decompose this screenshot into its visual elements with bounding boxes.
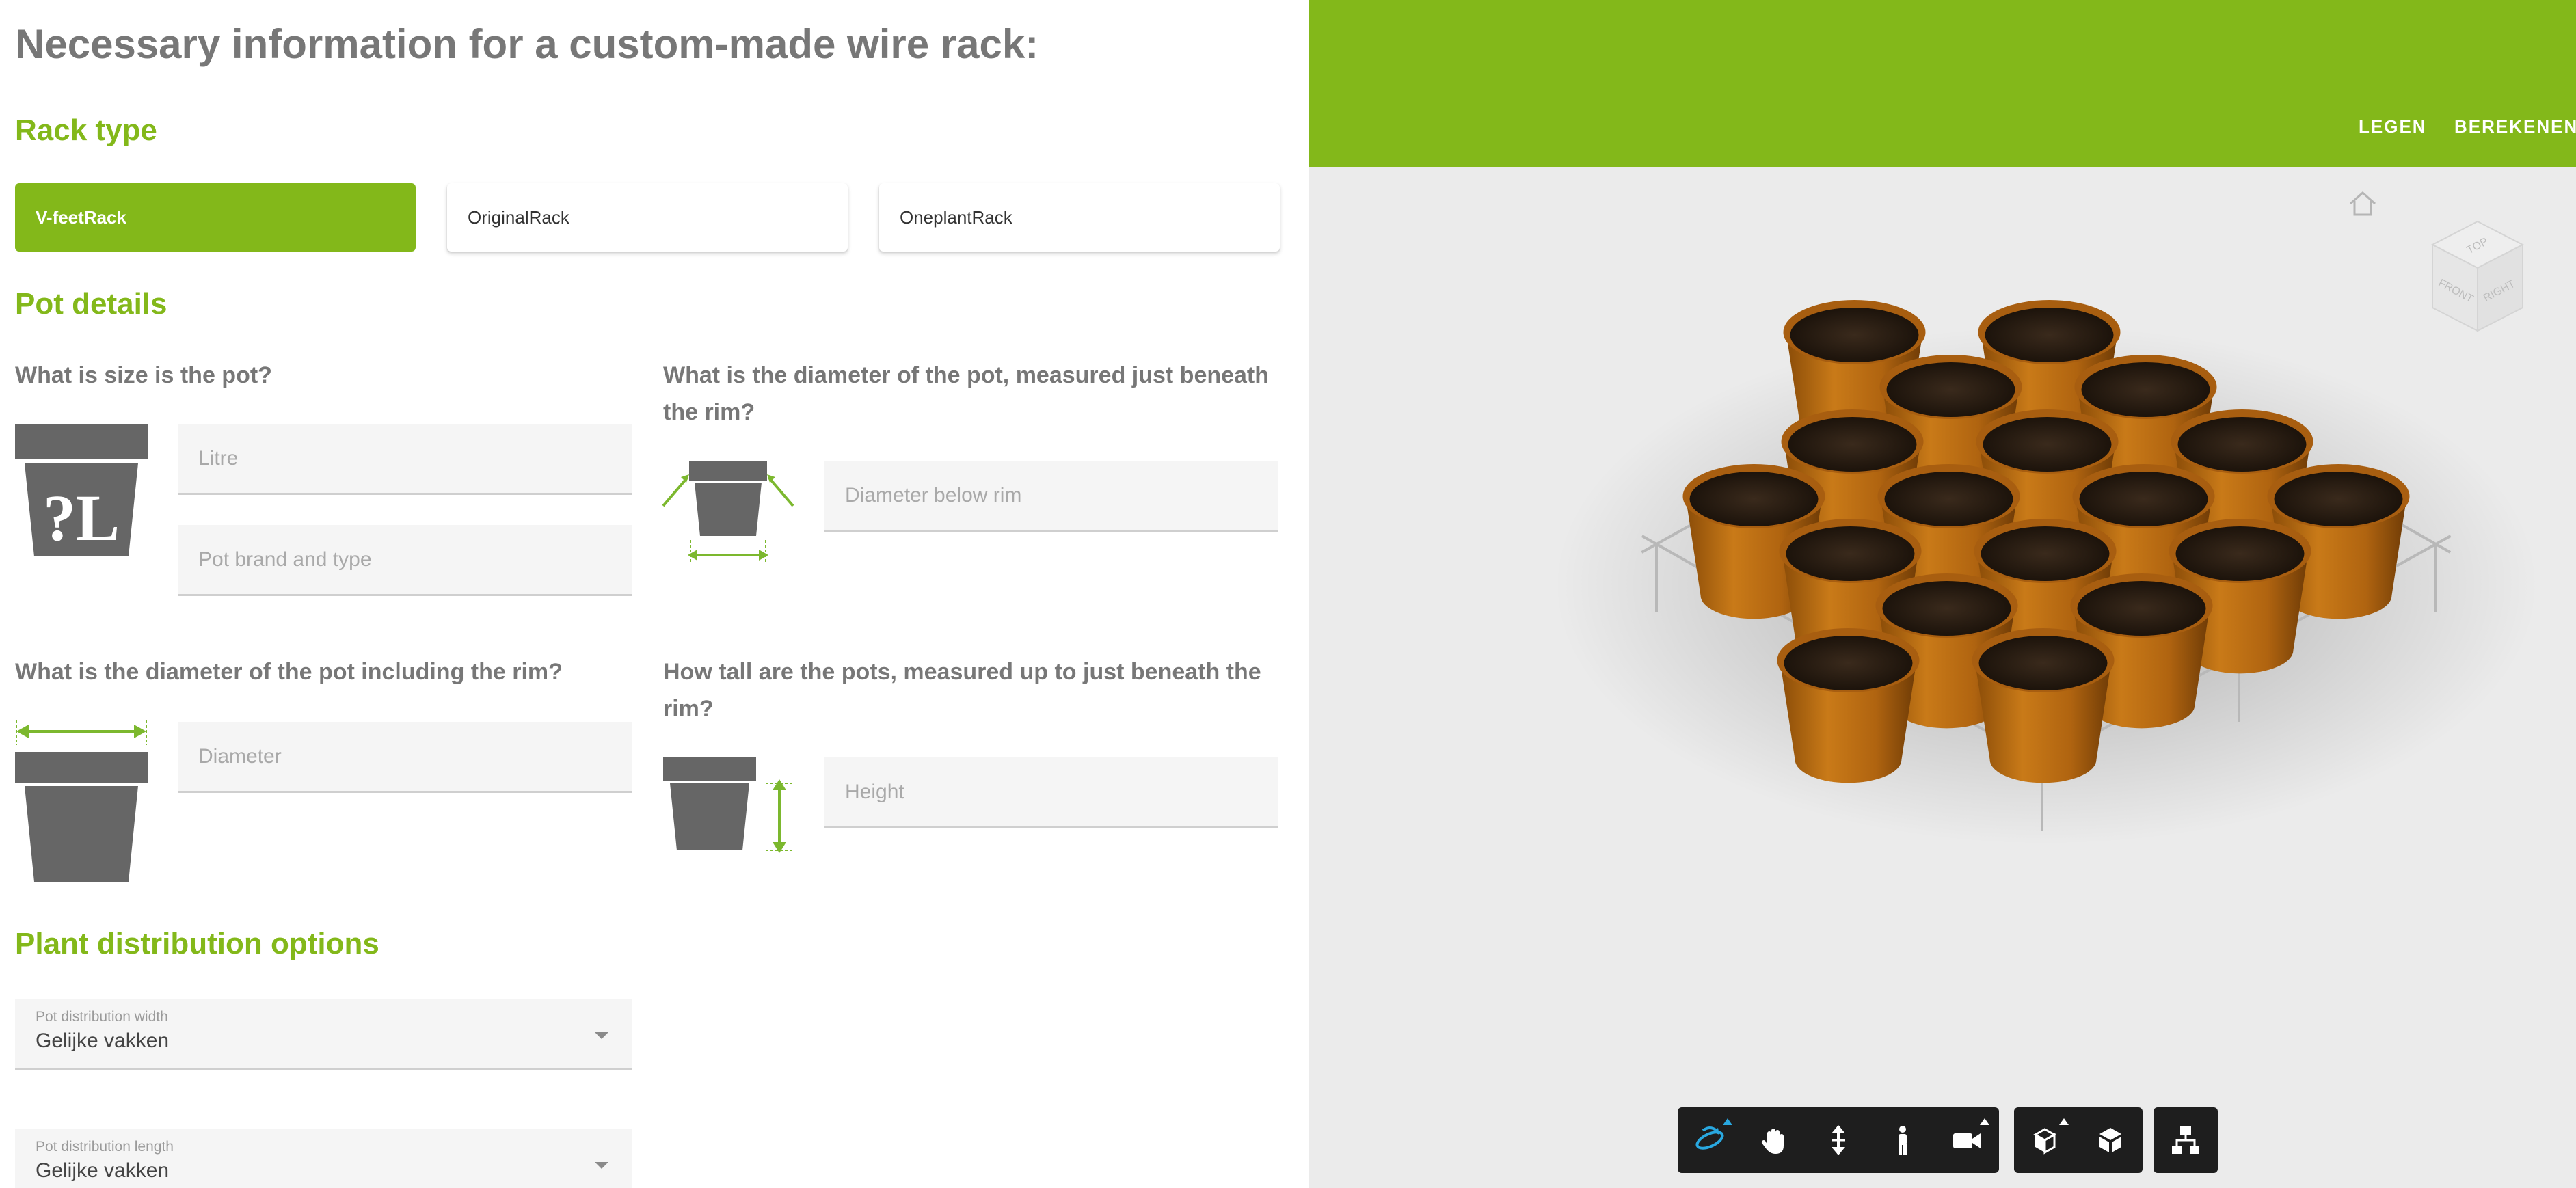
- oneplant-rack-button[interactable]: OneplantRack: [879, 183, 1280, 252]
- chevron-down-icon: [595, 1162, 608, 1169]
- structure-tool[interactable]: [2154, 1107, 2218, 1173]
- zoom-tool[interactable]: [1806, 1107, 1870, 1173]
- pot-soil: [2175, 526, 2305, 581]
- walk-tool[interactable]: [1870, 1107, 1935, 1173]
- pot-size-question: What is size is the pot?: [15, 362, 272, 388]
- chevron-down-icon: [595, 1032, 608, 1039]
- pot-soil: [1786, 526, 1915, 581]
- diameter-below-rim-question: What is the diameter of the pot, measure…: [663, 362, 1270, 425]
- litre-input[interactable]: [178, 424, 632, 495]
- rack-type-heading: Rack type: [15, 113, 157, 147]
- pot: [1777, 628, 1920, 783]
- pot-soil: [1978, 636, 2108, 690]
- plant-distribution-heading: Plant distribution options: [15, 927, 379, 960]
- pot-litre-icon-text: ?L: [43, 481, 120, 554]
- pot-soil: [1788, 417, 1917, 472]
- model-tool[interactable]: [2078, 1107, 2143, 1173]
- height-input[interactable]: [824, 757, 1278, 828]
- pot-brand-input[interactable]: [178, 525, 632, 596]
- pot-distribution-length-value: Gelijke vakken: [36, 1159, 170, 1182]
- model-icon: [2099, 1128, 2121, 1152]
- camera-icon: [1953, 1133, 1981, 1148]
- rack-3d-scene[interactable]: [1309, 167, 2576, 1096]
- pot-soil: [1985, 308, 2114, 362]
- structure-icon: [2172, 1126, 2199, 1154]
- pan-tool[interactable]: [1742, 1107, 1806, 1173]
- structure-toolbar: [2154, 1107, 2218, 1173]
- zoom-icon: [1832, 1125, 1845, 1155]
- diameter-below-rim-icon: [662, 461, 794, 562]
- page-title: Necessary information for a custom-made …: [15, 21, 1039, 67]
- explode-icon: [2032, 1128, 2057, 1155]
- pot-soil: [1983, 417, 2112, 472]
- pot-soil: [1882, 581, 2011, 636]
- pot-soil: [2177, 417, 2307, 472]
- pot-soil: [1886, 362, 2015, 417]
- pot-soil: [1784, 636, 1913, 690]
- pot-soil: [1981, 526, 2110, 581]
- navigation-toolbar: [1678, 1107, 1999, 1173]
- pot-distribution-length-label: Pot distribution length: [36, 1139, 174, 1155]
- diameter-below-rim-input[interactable]: [824, 461, 1278, 532]
- pot-height-icon: [663, 757, 793, 853]
- calculate-button[interactable]: BEREKENEN: [2454, 116, 2576, 137]
- walk-icon: [1899, 1126, 1907, 1155]
- rack-form-panel: Necessary information for a custom-made …: [0, 0, 1309, 1188]
- pot-litre-icon: ?L: [15, 424, 148, 556]
- camera-tool[interactable]: [1935, 1107, 1999, 1173]
- pot-soil: [2274, 472, 2403, 526]
- model-toolbar: [2014, 1107, 2143, 1173]
- orbit-icon: [1695, 1126, 1724, 1150]
- pot: [1972, 628, 2115, 783]
- diameter-incl-rim-icon: [15, 720, 148, 882]
- pan-icon: [1761, 1129, 1784, 1154]
- v-feet-rack-button[interactable]: V-feetRack: [15, 183, 416, 252]
- pot-distribution-width-label: Pot distribution width: [36, 1009, 168, 1025]
- pot-details-heading: Pot details: [15, 287, 167, 321]
- pot-soil: [1790, 308, 1919, 362]
- viewer-header: LEGEN BEREKENEN: [1309, 0, 2576, 167]
- pot-height-question: How tall are the pots, measured up to ju…: [663, 659, 1261, 722]
- pot-soil: [2079, 472, 2208, 526]
- pot-distribution-width-value: Gelijke vakken: [36, 1029, 170, 1052]
- pot-soil: [1884, 472, 2013, 526]
- orbit-tool[interactable]: [1678, 1107, 1742, 1173]
- pot-soil: [2077, 581, 2206, 636]
- 3d-viewer-panel[interactable]: LEGEN BEREKENEN TOP FRONT RIGHT: [1309, 0, 2576, 1188]
- pot-distribution-width-select[interactable]: Pot distribution width Gelijke vakken: [15, 999, 632, 1070]
- pot-distribution-length-select[interactable]: Pot distribution length Gelijke vakken: [15, 1129, 632, 1188]
- original-rack-button[interactable]: OriginalRack: [447, 183, 848, 252]
- diameter-incl-rim-question: What is the diameter of the pot includin…: [15, 659, 563, 685]
- diameter-input[interactable]: [178, 722, 632, 793]
- explode-tool[interactable]: [2014, 1107, 2078, 1173]
- clear-button[interactable]: LEGEN: [2359, 116, 2427, 137]
- pot-soil: [1689, 472, 1819, 526]
- pot-soil: [2081, 362, 2210, 417]
